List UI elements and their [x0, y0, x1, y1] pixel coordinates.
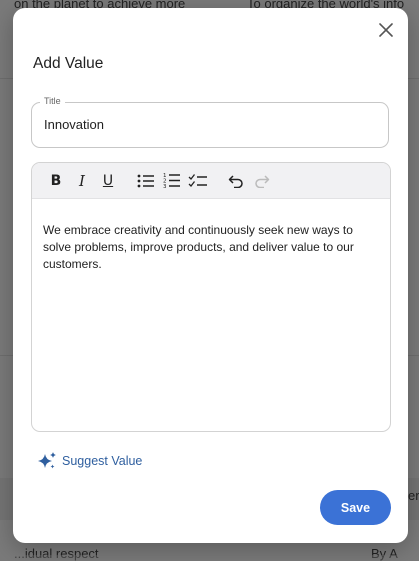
italic-button[interactable]: I	[70, 169, 94, 193]
undo-button[interactable]	[224, 169, 248, 193]
bold-button[interactable]: B	[44, 169, 68, 193]
close-button[interactable]	[376, 20, 396, 40]
editor-toolbar: B I U 1 2 3	[32, 163, 390, 199]
title-field-label: Title	[40, 96, 65, 106]
redo-icon	[255, 174, 270, 188]
suggest-value-label: Suggest Value	[62, 454, 143, 468]
bullet-list-button[interactable]	[134, 169, 158, 193]
checklist-icon	[188, 173, 207, 187]
checklist-button[interactable]	[186, 169, 210, 193]
close-icon	[379, 23, 393, 37]
suggest-value-button[interactable]: Suggest Value	[37, 451, 142, 471]
undo-icon	[228, 174, 243, 188]
svg-text:3: 3	[163, 184, 167, 189]
add-value-dialog: Add Value Title B I U 1 2 3	[13, 8, 408, 543]
bullet-list-icon	[137, 174, 154, 187]
redo-button[interactable]	[250, 169, 274, 193]
numbered-list-icon: 1 2 3	[163, 173, 180, 189]
title-field[interactable]: Title	[31, 96, 389, 148]
underline-button[interactable]: U	[96, 169, 120, 193]
numbered-list-button[interactable]: 1 2 3	[160, 169, 184, 193]
dialog-title: Add Value	[33, 55, 104, 72]
sparkle-icon	[38, 452, 56, 469]
save-button[interactable]: Save	[320, 490, 391, 525]
rich-text-editor: B I U 1 2 3 We embrace creativity and co…	[31, 162, 391, 432]
title-input[interactable]	[44, 117, 364, 132]
editor-content[interactable]: We embrace creativity and continuously s…	[32, 199, 390, 273]
